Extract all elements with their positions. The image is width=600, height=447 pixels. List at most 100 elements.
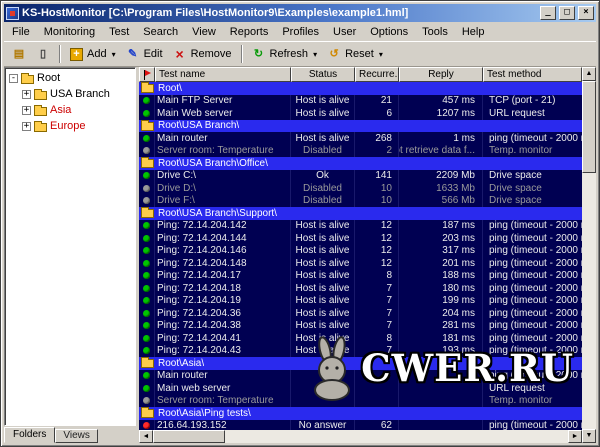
table-row[interactable]: Ping: 72.14.204.19Host is alive7199 mspi… bbox=[139, 295, 582, 308]
toolbar: ▤ ▯ +Add▾✎Edit×Remove ↻Refresh▾↺Reset▾ bbox=[4, 41, 596, 67]
expand-icon[interactable]: + bbox=[22, 106, 31, 115]
left-panel: -Root+USA Branch+Asia+Europe Folders Vie… bbox=[4, 67, 136, 443]
menu-item-monitoring[interactable]: Monitoring bbox=[37, 24, 102, 40]
menu-item-user[interactable]: User bbox=[326, 24, 363, 40]
tree-item-europe[interactable]: +Europe bbox=[5, 118, 135, 134]
scroll-up-icon[interactable]: ▲ bbox=[582, 67, 596, 81]
menu-item-options[interactable]: Options bbox=[363, 24, 415, 40]
table-row[interactable]: Main Web serverHost is alive61207 msURL … bbox=[139, 107, 582, 120]
tab-views[interactable]: Views bbox=[55, 429, 98, 443]
menu-item-file[interactable]: File bbox=[5, 24, 37, 40]
expand-icon[interactable]: + bbox=[22, 90, 31, 99]
menu-item-tools[interactable]: Tools bbox=[415, 24, 455, 40]
table-row[interactable]: Main routerping (timeout - 2000 ms) bbox=[139, 370, 582, 383]
folder-path: Root\Asia\Ping tests\ bbox=[158, 408, 251, 419]
scroll-down-icon[interactable]: ▼ bbox=[582, 429, 596, 443]
table-row[interactable]: Drive C:\Ok1412209 MbDrive space bbox=[139, 170, 582, 183]
table-row[interactable]: Main web serverURL request bbox=[139, 382, 582, 395]
flag-icon bbox=[144, 70, 151, 80]
disabled-status-icon bbox=[143, 147, 150, 154]
close-button[interactable]: × bbox=[578, 6, 594, 20]
edit-button[interactable]: ✎Edit bbox=[121, 43, 168, 65]
horizontal-scroll-thumb[interactable] bbox=[153, 430, 225, 443]
menu-item-test[interactable]: Test bbox=[102, 24, 136, 40]
header-status[interactable]: Status bbox=[291, 67, 355, 82]
table-row[interactable]: Ping: 72.14.204.36Host is alive7204 mspi… bbox=[139, 307, 582, 320]
new-testlist-button[interactable]: ▯ bbox=[31, 43, 55, 65]
vertical-scroll-thumb[interactable] bbox=[582, 81, 596, 173]
page-icon: ▯ bbox=[36, 47, 50, 61]
refresh-button[interactable]: ↻Refresh▾ bbox=[247, 43, 323, 65]
table-row[interactable]: Ping: 72.14.204.43Host is alive7193 mspi… bbox=[139, 345, 582, 358]
vertical-scroll-track[interactable] bbox=[582, 81, 596, 429]
folder-icon bbox=[141, 122, 154, 131]
folder-row[interactable]: Root\ bbox=[139, 82, 582, 95]
folder-icon bbox=[34, 107, 47, 116]
collapse-icon[interactable]: - bbox=[9, 74, 18, 83]
alive-status-icon bbox=[143, 235, 150, 242]
alive-status-icon bbox=[143, 110, 150, 117]
title-bar: KS-HostMonitor [C:\Program Files\HostMon… bbox=[4, 4, 596, 22]
table-row[interactable]: Server room: TemperatureDisabled2Cannot … bbox=[139, 145, 582, 158]
reset-button[interactable]: ↺Reset▾ bbox=[322, 43, 388, 65]
table-row[interactable]: Main FTP ServerHost is alive21457 msTCP … bbox=[139, 95, 582, 108]
table-row[interactable]: Main routerHost is alive2681 msping (tim… bbox=[139, 132, 582, 145]
tab-folders[interactable]: Folders bbox=[4, 427, 55, 443]
scroll-right-icon[interactable]: ► bbox=[568, 430, 582, 443]
menu-item-help[interactable]: Help bbox=[455, 24, 492, 40]
table-row[interactable]: Ping: 72.14.204.144Host is alive12203 ms… bbox=[139, 232, 582, 245]
toolbar-separator bbox=[59, 45, 61, 63]
menu-item-search[interactable]: Search bbox=[136, 24, 185, 40]
table-row[interactable]: Drive D:\Disabled101633 MbDrive space bbox=[139, 182, 582, 195]
add-button[interactable]: +Add▾ bbox=[65, 43, 121, 65]
table-row[interactable]: Ping: 72.14.204.18Host is alive7180 mspi… bbox=[139, 282, 582, 295]
folder-path: Root\USA Branch\Office\ bbox=[158, 158, 268, 169]
folder-row[interactable]: Root\USA Branch\ bbox=[139, 120, 582, 133]
noanswer-status-icon bbox=[143, 422, 150, 429]
tree-item-root[interactable]: -Root bbox=[5, 70, 135, 86]
header-test-name[interactable]: Test name bbox=[155, 67, 291, 82]
horizontal-scroll-track[interactable] bbox=[153, 430, 568, 443]
tree-item-asia[interactable]: +Asia bbox=[5, 102, 135, 118]
tree-item-usa-branch[interactable]: +USA Branch bbox=[5, 86, 135, 102]
table-row[interactable]: Ping: 72.14.204.41Host is alive8181 mspi… bbox=[139, 332, 582, 345]
header-reply[interactable]: Reply bbox=[399, 67, 483, 82]
header-recurrences[interactable]: Recurre... bbox=[355, 67, 399, 82]
horizontal-scrollbar[interactable]: ◄ ► bbox=[139, 430, 582, 443]
table-row[interactable]: Ping: 72.14.204.148Host is alive12201 ms… bbox=[139, 257, 582, 270]
maximize-button[interactable]: □ bbox=[559, 6, 575, 20]
folder-row[interactable]: Root\Asia\Ping tests\ bbox=[139, 407, 582, 420]
menu-item-reports[interactable]: Reports bbox=[223, 24, 276, 40]
folder-icon bbox=[141, 84, 154, 93]
header-flag-cell[interactable] bbox=[139, 67, 155, 82]
expand-icon[interactable]: + bbox=[22, 122, 31, 131]
alive-status-icon bbox=[143, 335, 150, 342]
folder-icon bbox=[34, 91, 47, 100]
table-row[interactable]: Ping: 72.14.204.142Host is alive12187 ms… bbox=[139, 220, 582, 233]
main-content: -Root+USA Branch+Asia+Europe Folders Vie… bbox=[4, 67, 596, 443]
folder-row[interactable]: Root\Asia\ bbox=[139, 357, 582, 370]
folder-icon bbox=[141, 159, 154, 168]
header-test-method[interactable]: Test method bbox=[483, 67, 582, 82]
table-row[interactable]: Server room: TemperatureTemp. monitor bbox=[139, 395, 582, 408]
alive-status-icon bbox=[143, 272, 150, 279]
table-row[interactable]: Drive F:\Disabled10566 MbDrive space bbox=[139, 195, 582, 208]
menu-item-profiles[interactable]: Profiles bbox=[275, 24, 326, 40]
remove-button[interactable]: ×Remove bbox=[168, 43, 237, 65]
toggle-folders-button[interactable]: ▤ bbox=[7, 43, 31, 65]
folder-row[interactable]: Root\USA Branch\Office\ bbox=[139, 157, 582, 170]
folder-row[interactable]: Root\USA Branch\Support\ bbox=[139, 207, 582, 220]
scroll-left-icon[interactable]: ◄ bbox=[139, 430, 153, 443]
table-row[interactable]: Ping: 72.14.204.38Host is alive7281 mspi… bbox=[139, 320, 582, 333]
table-row[interactable]: Ping: 72.14.204.146Host is alive12317 ms… bbox=[139, 245, 582, 258]
toolbar-separator bbox=[241, 45, 243, 63]
table-row[interactable]: 216.64.193.152No answer62ping (timeout -… bbox=[139, 420, 582, 431]
disabled-status-icon bbox=[143, 185, 150, 192]
vertical-scrollbar[interactable]: ▲ ▼ bbox=[582, 67, 596, 443]
menu-item-view[interactable]: View bbox=[185, 24, 223, 40]
minimize-button[interactable]: _ bbox=[540, 6, 556, 20]
table-row[interactable]: Ping: 72.14.204.17Host is alive8188 mspi… bbox=[139, 270, 582, 283]
alive-status-icon bbox=[143, 135, 150, 142]
dropdown-arrow-icon: ▾ bbox=[112, 50, 116, 59]
alive-status-icon bbox=[143, 322, 150, 329]
